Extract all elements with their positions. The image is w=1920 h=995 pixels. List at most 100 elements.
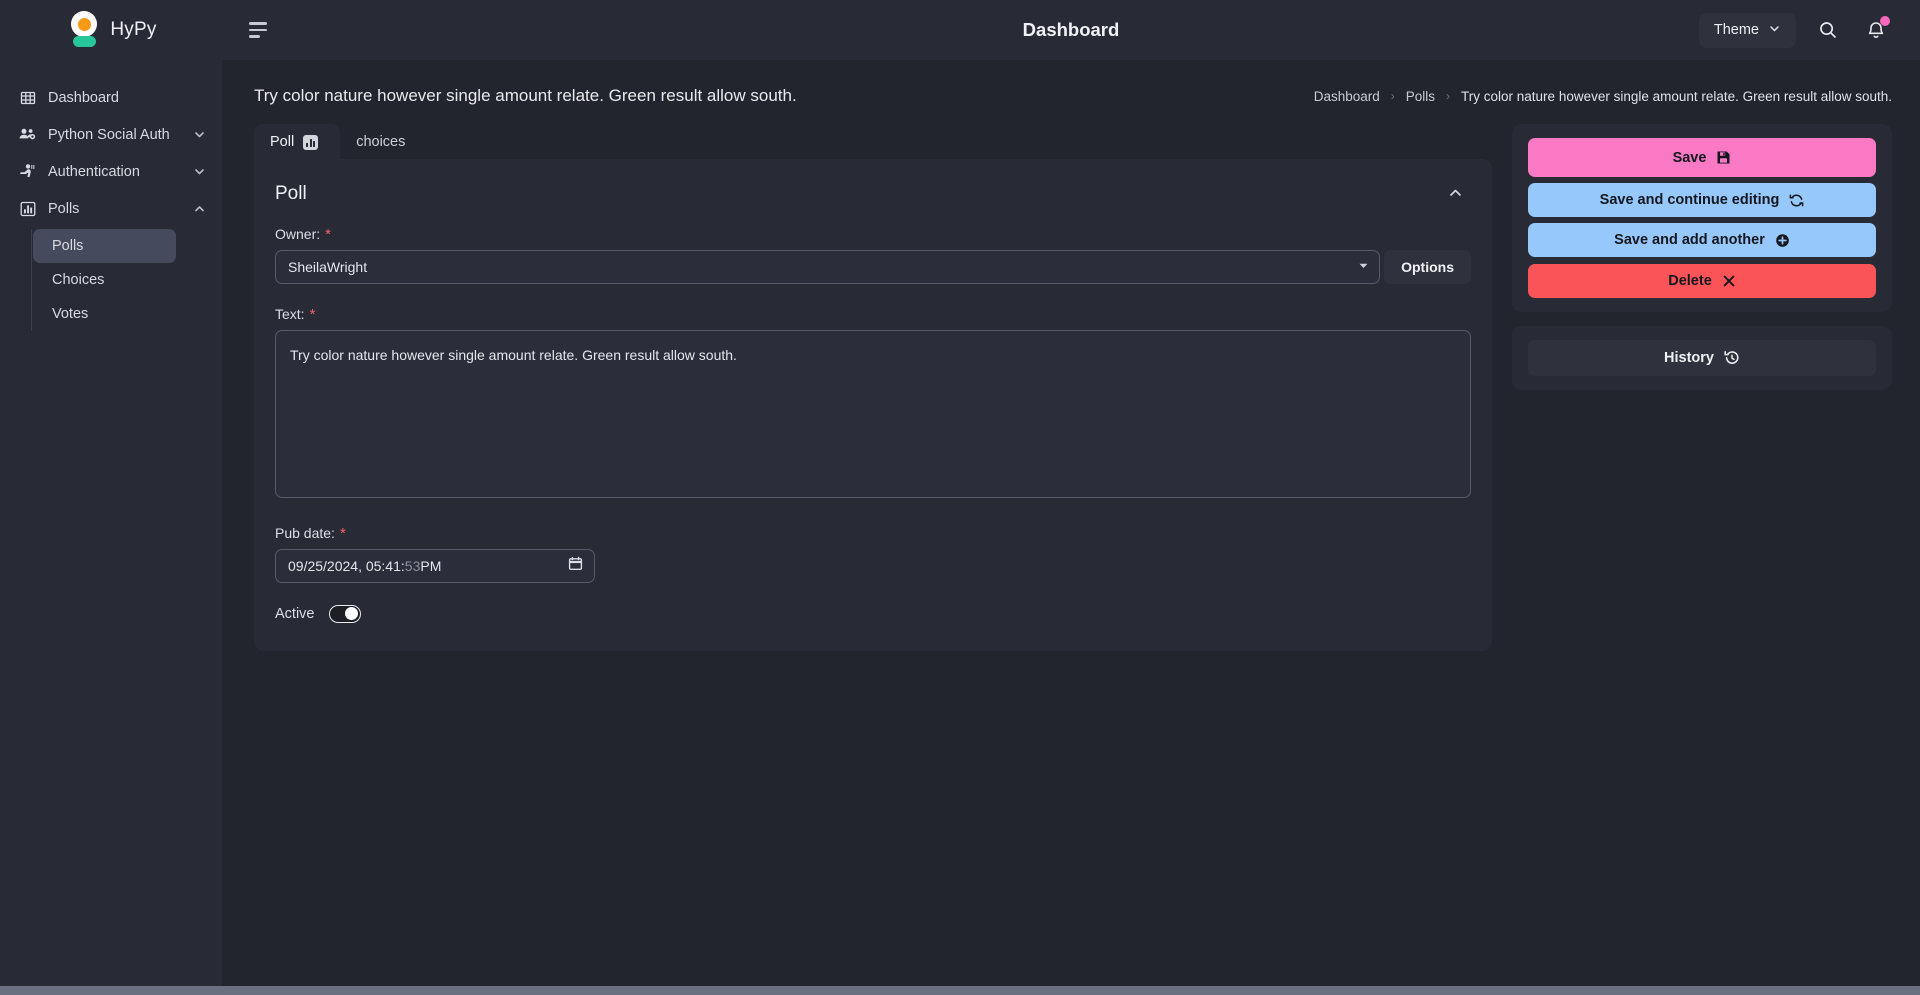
active-label: Active (275, 606, 315, 622)
x-icon (1722, 274, 1736, 288)
breadcrumb-separator-icon: › (1390, 89, 1395, 103)
save-button[interactable]: Save (1528, 138, 1876, 177)
users-gear-icon (19, 126, 36, 143)
sidebar: HyPy Dashboard Python Social Auth Authen… (0, 0, 222, 995)
collapse-card-button[interactable] (1443, 180, 1468, 208)
poll-form: Owner: * SheilaWright Options Text: * Tr… (254, 218, 1492, 623)
history-button-label: History (1664, 350, 1714, 366)
sidebar-subitem-votes[interactable]: Votes (33, 297, 176, 331)
sidebar-item-label: Dashboard (48, 89, 119, 106)
bar-chart-icon (303, 134, 319, 150)
hamburger-icon[interactable] (242, 12, 278, 48)
required-marker: * (309, 306, 316, 323)
page-title-header: Dashboard (1022, 19, 1120, 40)
theme-dropdown-button[interactable]: Theme (1698, 12, 1796, 48)
breadcrumb-separator-icon: › (1446, 89, 1451, 103)
chevron-up-icon (1447, 189, 1464, 204)
text-label-text: Text: (275, 306, 305, 322)
save-actions-panel: Save Save and continue editing Save and … (1512, 124, 1892, 312)
poll-form-card: Poll Owner: * SheilaWright Options Text:… (254, 159, 1492, 651)
person-key-icon (19, 163, 36, 180)
topbar: Dashboard Theme (222, 0, 1920, 60)
sidebar-item-label: Authentication (48, 163, 140, 180)
card-title: Poll (275, 183, 307, 204)
owner-label-text: Owner: (275, 226, 321, 242)
chevron-down-icon (1768, 22, 1781, 39)
sidebar-subitem-label: Polls (52, 238, 84, 254)
page-header-row: Try color nature however single amount r… (222, 60, 1920, 124)
card-header: Poll (254, 159, 1492, 218)
calendar-icon[interactable] (568, 556, 583, 576)
field-owner: Owner: * SheilaWright Options (275, 226, 1471, 284)
text-label: Text: * (275, 306, 1471, 322)
bell-icon[interactable] (1860, 14, 1892, 46)
sidebar-nav: Dashboard Python Social Auth Authenticat… (0, 79, 222, 331)
field-active: Active (275, 605, 1471, 623)
sidebar-submenu-polls: Polls Choices Votes (31, 229, 222, 331)
content-area: Poll choices Poll Owner: * SheilaWright … (222, 124, 1920, 651)
tab-bar: Poll choices (254, 124, 1492, 159)
chevron-up-icon[interactable] (193, 202, 206, 215)
brand-logo[interactable]: HyPy (0, 0, 222, 60)
topbar-actions: Theme (1698, 12, 1892, 48)
history-icon (1724, 350, 1740, 366)
history-panel: History (1512, 326, 1892, 390)
sidebar-subitem-label: Choices (52, 272, 105, 288)
breadcrumb-item-polls[interactable]: Polls (1406, 89, 1435, 104)
delete-button[interactable]: Delete (1528, 264, 1876, 298)
main-area: Dashboard Theme Try color nature however… (222, 0, 1920, 995)
save-and-add-another-button[interactable]: Save and add another (1528, 223, 1876, 257)
breadcrumb-item-dashboard[interactable]: Dashboard (1314, 89, 1380, 104)
pub-date-label: Pub date: * (275, 525, 1471, 541)
required-marker: * (339, 525, 346, 542)
owner-options-button[interactable]: Options (1384, 250, 1471, 284)
sidebar-item-polls[interactable]: Polls (0, 190, 222, 227)
tab-label: choices (356, 134, 406, 150)
page-title: Try color nature however single amount r… (254, 86, 797, 105)
text-textarea[interactable]: Try color nature however single amount r… (275, 330, 1471, 498)
actions-column: Save Save and continue editing Save and … (1512, 124, 1892, 404)
save-button-label: Save (1672, 149, 1707, 166)
chevron-down-icon[interactable] (193, 165, 206, 178)
tab-label: Poll (270, 134, 295, 150)
owner-label: Owner: * (275, 226, 1471, 242)
active-toggle[interactable] (328, 605, 361, 623)
save-continue-label: Save and continue editing (1599, 192, 1780, 208)
grid-icon (19, 89, 36, 106)
bar-chart-icon (19, 200, 36, 217)
form-column: Poll choices Poll Owner: * SheilaWright … (254, 124, 1492, 651)
sidebar-item-dashboard[interactable]: Dashboard (0, 79, 222, 116)
pub-date-input[interactable]: 09/25/2024, 05:41: 53 PM (275, 549, 595, 583)
notification-badge (1880, 16, 1890, 26)
sidebar-subitem-polls[interactable]: Polls (33, 229, 176, 263)
chevron-down-icon[interactable] (193, 128, 206, 141)
sidebar-item-authentication[interactable]: Authentication (0, 153, 222, 190)
theme-label: Theme (1713, 22, 1759, 38)
sidebar-item-python-social-auth[interactable]: Python Social Auth (0, 116, 222, 153)
delete-button-label: Delete (1668, 273, 1712, 289)
pub-date-value-ampm: PM (420, 558, 442, 574)
owner-select[interactable]: SheilaWright (275, 250, 1381, 284)
sidebar-subitem-label: Votes (52, 306, 89, 322)
sidebar-subitem-choices[interactable]: Choices (33, 263, 176, 297)
search-icon[interactable] (1812, 14, 1844, 46)
floppy-disk-icon (1716, 150, 1731, 165)
brand-name: HyPy (110, 19, 157, 40)
brand-mark-icon (69, 11, 99, 49)
history-button[interactable]: History (1528, 340, 1876, 376)
tab-choices[interactable]: choices (340, 124, 427, 159)
tab-poll[interactable]: Poll (254, 124, 341, 159)
refresh-icon (1789, 193, 1804, 208)
breadcrumb: Dashboard › Polls › Try color nature how… (1314, 89, 1892, 104)
pub-date-label-text: Pub date: (275, 525, 335, 541)
required-marker: * (325, 226, 331, 243)
pub-date-value-main: 09/25/2024, 05:41: (288, 558, 405, 574)
pub-date-value-seconds: 53 (404, 558, 421, 574)
sidebar-item-label: Python Social Auth (48, 126, 170, 143)
app-root: HyPy Dashboard Python Social Auth Authen… (0, 0, 1920, 995)
save-and-continue-editing-button[interactable]: Save and continue editing (1528, 183, 1876, 217)
sidebar-item-label: Polls (48, 200, 80, 217)
save-add-another-label: Save and add another (1614, 232, 1765, 248)
horizontal-scrollbar[interactable] (0, 986, 1920, 995)
breadcrumb-item-current: Try color nature however single amount r… (1461, 88, 1892, 104)
